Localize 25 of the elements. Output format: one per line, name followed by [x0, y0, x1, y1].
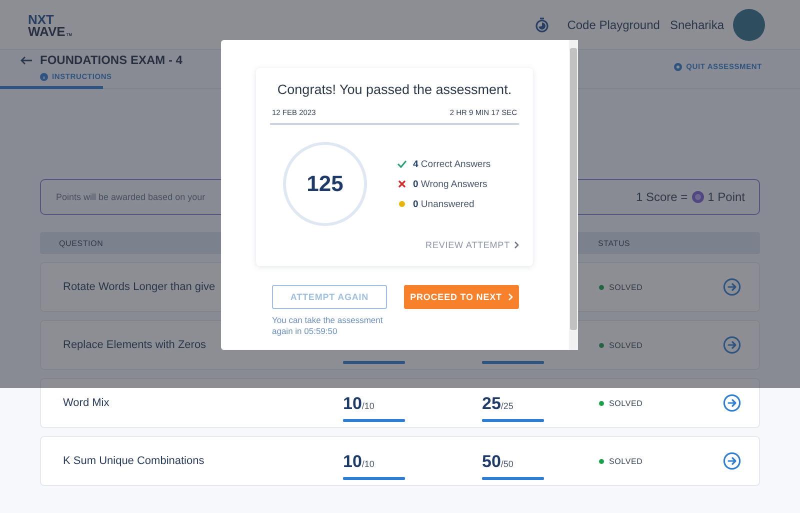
column-header: QUESTION	[59, 238, 104, 248]
question-title: Replace Elements with Zeros	[63, 339, 208, 351]
status-text: SOLVED	[609, 282, 643, 292]
status-text: SOLVED	[609, 456, 643, 466]
points-info-text: Points will be awarded based on your	[56, 192, 206, 202]
exam-title: FOUNDATIONS EXAM - 4	[40, 53, 182, 67]
user-name: Sneharika	[670, 18, 724, 32]
stat-text: 0 Wrong Answers	[413, 178, 488, 190]
stat-text: 4 Correct Answers	[413, 158, 491, 170]
score-circle: 125	[283, 142, 367, 226]
question-title: Rotate Words Longer than give	[63, 281, 216, 293]
dialog-title: Congrats! You passed the assessment.	[276, 82, 513, 97]
score-text: 25/25	[482, 394, 514, 414]
status-text: SOLVED	[609, 398, 643, 408]
question-title: Word Mix	[63, 397, 110, 409]
score-equation-text: 1 Score =	[636, 190, 688, 204]
question-title: K Sum Unique Combinations	[63, 455, 206, 467]
score-text: 10/10	[343, 394, 376, 414]
column-header: STATUS	[598, 238, 632, 248]
retake-note: You can take the assessment again in 05:59:50	[272, 315, 384, 336]
status-text: SOLVED	[609, 340, 643, 350]
stat-text: 0 Unanswered	[413, 198, 474, 210]
score-text: 10/10	[343, 452, 376, 472]
score-text: 50/50	[482, 452, 514, 472]
point-text: 1 Point	[708, 190, 745, 204]
